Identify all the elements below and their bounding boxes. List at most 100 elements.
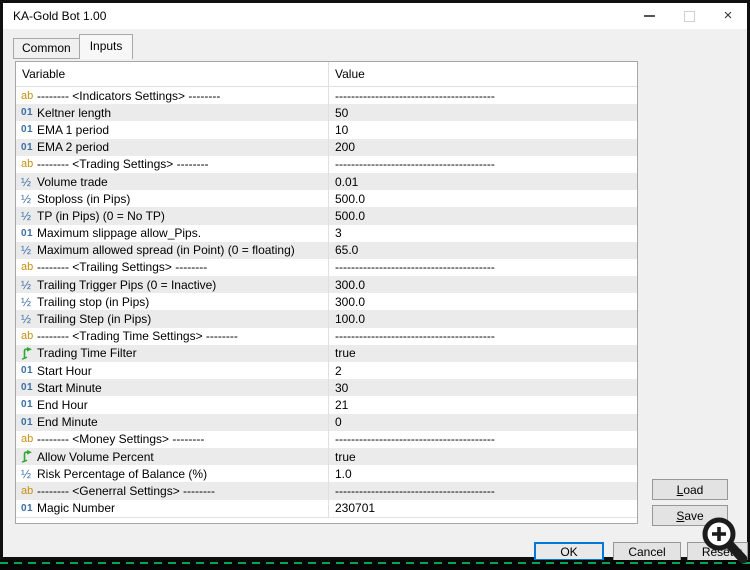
string-type-icon: ab: [21, 433, 37, 445]
variable-value[interactable]: ----------------------------------------: [329, 328, 637, 345]
table-row[interactable]: 01 Keltner length 50: [16, 104, 637, 121]
variable-cell[interactable]: ½ Volume trade: [16, 173, 329, 190]
table-row[interactable]: 01 Maximum slippage allow_Pips. 3: [16, 225, 637, 242]
table-row[interactable]: ½ Trailing Trigger Pips (0 = Inactive) 3…: [16, 276, 637, 293]
variable-value[interactable]: ----------------------------------------: [329, 156, 637, 173]
variable-cell[interactable]: Trading Time Filter: [16, 345, 329, 362]
table-row[interactable]: 01 Magic Number 230701: [16, 500, 637, 517]
table-row[interactable]: 01 End Hour 21: [16, 396, 637, 413]
variable-value[interactable]: ----------------------------------------: [329, 431, 637, 448]
variable-value[interactable]: 300.0: [329, 293, 637, 310]
ok-button[interactable]: OK: [534, 542, 604, 561]
variable-cell[interactable]: 01 Maximum slippage allow_Pips.: [16, 225, 329, 242]
variable-name: Keltner length: [37, 106, 111, 120]
variable-cell[interactable]: 01 End Minute: [16, 414, 329, 431]
variable-cell[interactable]: 01 End Hour: [16, 396, 329, 413]
variable-cell[interactable]: ab -------- <Indicators Settings> ------…: [16, 87, 329, 104]
close-icon: ×: [724, 3, 733, 29]
tab-inputs[interactable]: Inputs: [79, 34, 134, 59]
variable-value[interactable]: 1.0: [329, 465, 637, 482]
variable-value[interactable]: 300.0: [329, 276, 637, 293]
variable-cell[interactable]: ½ Trailing Step (in Pips): [16, 310, 329, 327]
table-row[interactable]: ½ Trailing Step (in Pips) 100.0: [16, 310, 637, 327]
table-row[interactable]: 01 EMA 1 period 10: [16, 121, 637, 138]
table-row[interactable]: ½ Risk Percentage of Balance (%) 1.0: [16, 465, 637, 482]
inputs-table: Variable Value ab -------- <Indicators S…: [15, 61, 638, 524]
variable-value[interactable]: ----------------------------------------: [329, 259, 637, 276]
load-button[interactable]: Load: [652, 479, 728, 500]
double-type-icon: ½: [21, 175, 37, 189]
tab-common[interactable]: Common: [13, 38, 80, 59]
variable-cell[interactable]: 01 Start Minute: [16, 379, 329, 396]
table-body: ab -------- <Indicators Settings> ------…: [16, 87, 637, 518]
variable-name: Volume trade: [37, 175, 108, 189]
cancel-button[interactable]: Cancel: [613, 542, 681, 561]
variable-cell[interactable]: ½ Trailing stop (in Pips): [16, 293, 329, 310]
variable-value[interactable]: true: [329, 345, 637, 362]
minimize-button[interactable]: [630, 3, 668, 29]
variable-cell[interactable]: ½ Trailing Trigger Pips (0 = Inactive): [16, 276, 329, 293]
variable-cell[interactable]: ab -------- <Generral Settings> --------: [16, 482, 329, 499]
table-row[interactable]: 01 EMA 2 period 200: [16, 139, 637, 156]
variable-value[interactable]: 500.0: [329, 190, 637, 207]
variable-cell[interactable]: ab -------- <Trading Time Settings> ----…: [16, 328, 329, 345]
variable-value[interactable]: ----------------------------------------: [329, 87, 637, 104]
variable-cell[interactable]: 01 EMA 1 period: [16, 121, 329, 138]
table-row[interactable]: ab -------- <Indicators Settings> ------…: [16, 87, 637, 104]
table-row[interactable]: ab -------- <Trading Settings> -------- …: [16, 156, 637, 173]
table-row[interactable]: 01 Start Minute 30: [16, 379, 637, 396]
variable-cell[interactable]: 01 EMA 2 period: [16, 139, 329, 156]
variable-name: TP (in Pips) (0 = No TP): [37, 209, 165, 223]
variable-cell[interactable]: Allow Volume Percent: [16, 448, 329, 465]
table-row[interactable]: Trading Time Filter true: [16, 345, 637, 362]
variable-value[interactable]: 100.0: [329, 310, 637, 327]
variable-value[interactable]: 2: [329, 362, 637, 379]
variable-value[interactable]: 0: [329, 414, 637, 431]
variable-value[interactable]: 200: [329, 139, 637, 156]
table-row[interactable]: ab -------- <Trailing Settings> --------…: [16, 259, 637, 276]
variable-value[interactable]: 0.01: [329, 173, 637, 190]
table-row[interactable]: Allow Volume Percent true: [16, 448, 637, 465]
variable-value[interactable]: 50: [329, 104, 637, 121]
table-row[interactable]: ½ Trailing stop (in Pips) 300.0: [16, 293, 637, 310]
variable-value[interactable]: 21: [329, 396, 637, 413]
integer-type-icon: 01: [21, 382, 37, 393]
double-type-icon: ½: [21, 295, 37, 309]
column-header-value[interactable]: Value: [329, 62, 637, 86]
variable-cell[interactable]: 01 Keltner length: [16, 104, 329, 121]
table-row[interactable]: ab -------- <Generral Settings> --------…: [16, 482, 637, 499]
column-header-variable[interactable]: Variable: [16, 62, 329, 86]
variable-cell[interactable]: ab -------- <Trading Settings> --------: [16, 156, 329, 173]
table-row[interactable]: ab -------- <Money Settings> -------- --…: [16, 431, 637, 448]
window-title: KA-Gold Bot 1.00: [13, 9, 106, 23]
variable-cell[interactable]: ab -------- <Trailing Settings> --------: [16, 259, 329, 276]
variable-value[interactable]: 30: [329, 379, 637, 396]
variable-name: End Hour: [37, 398, 88, 412]
integer-type-icon: 01: [21, 399, 37, 410]
close-button[interactable]: ×: [709, 3, 747, 29]
variable-value[interactable]: 65.0: [329, 242, 637, 259]
maximize-button[interactable]: [669, 3, 709, 29]
variable-cell[interactable]: ½ Risk Percentage of Balance (%): [16, 465, 329, 482]
table-row[interactable]: ½ Maximum allowed spread (in Point) (0 =…: [16, 242, 637, 259]
variable-value[interactable]: true: [329, 448, 637, 465]
variable-value[interactable]: 230701: [329, 500, 637, 517]
table-row[interactable]: 01 Start Hour 2: [16, 362, 637, 379]
variable-cell[interactable]: 01 Magic Number: [16, 500, 329, 517]
table-row[interactable]: ½ Stoploss (in Pips) 500.0: [16, 190, 637, 207]
double-type-icon: ½: [21, 243, 37, 257]
variable-cell[interactable]: ab -------- <Money Settings> --------: [16, 431, 329, 448]
table-row[interactable]: ½ Volume trade 0.01: [16, 173, 637, 190]
variable-value[interactable]: 3: [329, 225, 637, 242]
variable-cell[interactable]: 01 Start Hour: [16, 362, 329, 379]
title-bar[interactable]: KA-Gold Bot 1.00 ×: [3, 3, 747, 29]
variable-value[interactable]: 500.0: [329, 207, 637, 224]
table-row[interactable]: ab -------- <Trading Time Settings> ----…: [16, 328, 637, 345]
table-row[interactable]: 01 End Minute 0: [16, 414, 637, 431]
variable-value[interactable]: 10: [329, 121, 637, 138]
variable-value[interactable]: ----------------------------------------: [329, 482, 637, 499]
variable-cell[interactable]: ½ Maximum allowed spread (in Point) (0 =…: [16, 242, 329, 259]
table-row[interactable]: ½ TP (in Pips) (0 = No TP) 500.0: [16, 207, 637, 224]
variable-cell[interactable]: ½ TP (in Pips) (0 = No TP): [16, 207, 329, 224]
variable-cell[interactable]: ½ Stoploss (in Pips): [16, 190, 329, 207]
